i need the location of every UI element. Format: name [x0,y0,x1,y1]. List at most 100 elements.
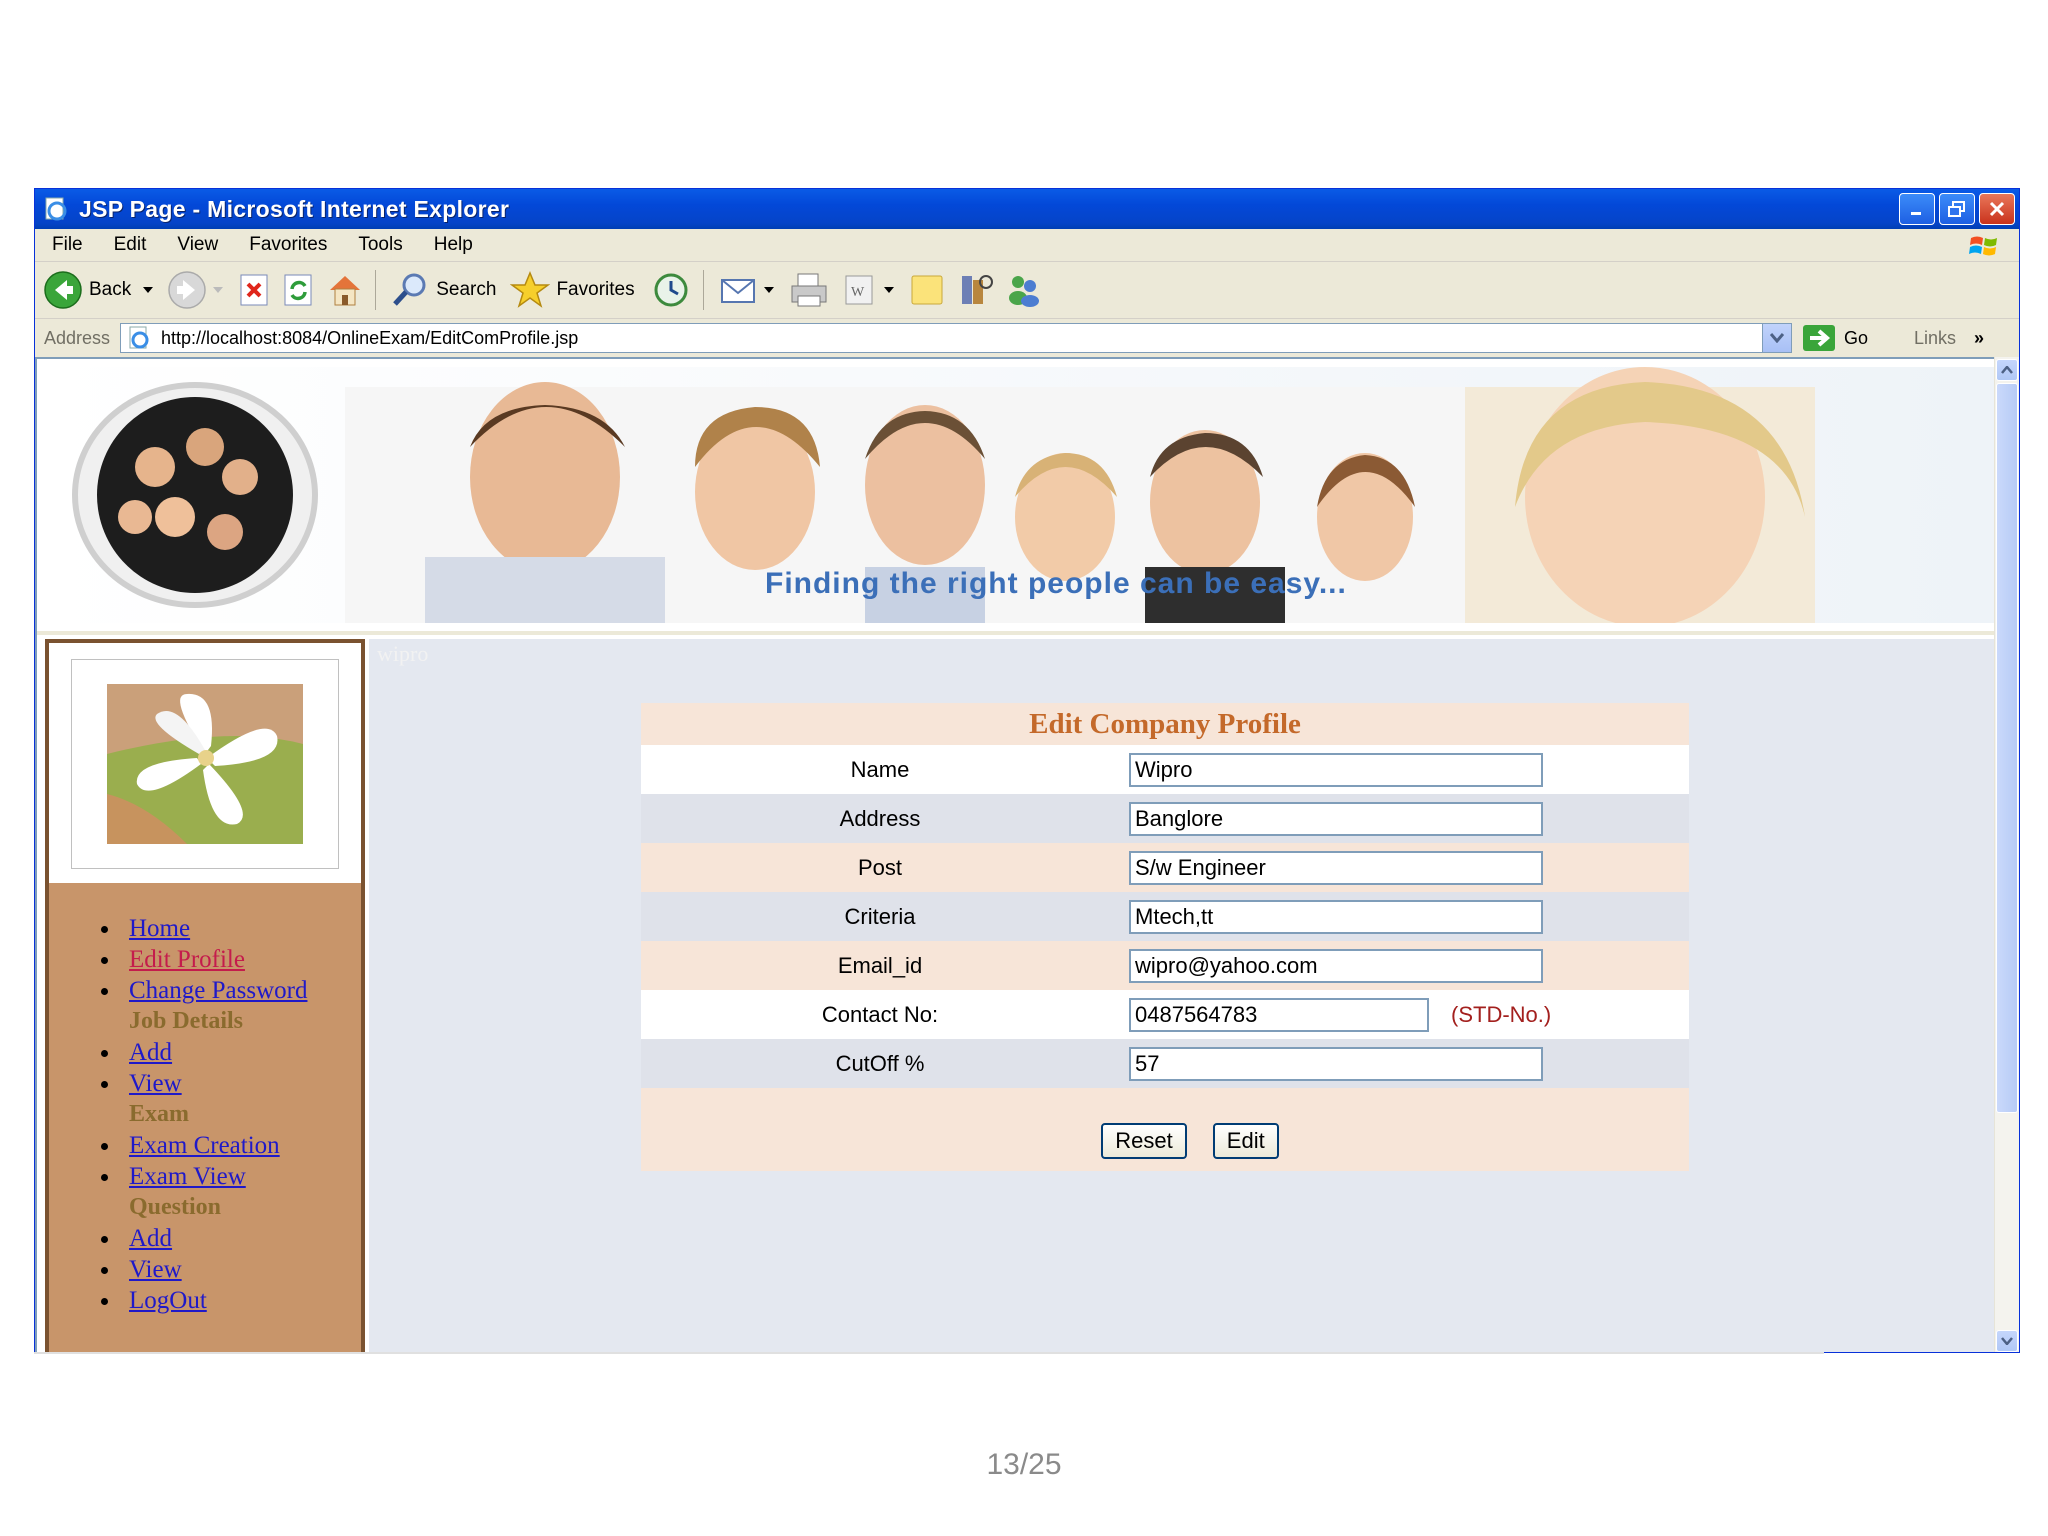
name-field[interactable] [1129,753,1543,787]
address-input[interactable]: http://localhost:8084/OnlineExam/EditCom… [120,323,1792,353]
mail-icon [720,279,755,303]
form-row: Address [641,794,1689,843]
favorites-label: Favorites [556,279,635,300]
menu-view[interactable]: View [177,234,218,256]
home-icon [330,276,361,306]
nav-list-item: Exam Creation [49,1130,359,1161]
bullet-icon [101,1236,108,1243]
nav-link-exam-creation[interactable]: Exam Creation [129,1132,280,1159]
page-icon [129,326,149,349]
favorites-button[interactable]: Favorites [510,268,640,312]
nav-link-home[interactable]: Home [129,915,190,942]
criteria-field[interactable] [1129,900,1543,934]
go-arrow-icon [1803,325,1835,351]
nav-list-item: Edit Profile [49,944,359,975]
field-label: Address [839,806,921,831]
menu-edit[interactable]: Edit [114,234,147,256]
nav-link-change-password[interactable]: Change Password [129,977,307,1004]
close-button[interactable] [1979,193,2015,225]
discuss-note-icon [911,275,943,305]
nav-link-view[interactable]: View [129,1256,182,1283]
ie-page-icon [45,197,67,221]
research-button[interactable] [956,268,996,312]
slide-page-number: 13/25 [986,1448,1062,1481]
edit-page-button[interactable]: W [838,268,900,312]
nav-link-view[interactable]: View [129,1070,182,1097]
form-row: Contact No: (STD-No.) [641,990,1689,1039]
mail-button[interactable] [718,268,780,312]
forward-button[interactable] [167,268,229,312]
messenger-button[interactable] [1004,268,1044,312]
nav-link-add[interactable]: Add [129,1039,172,1066]
nav-link-logout[interactable]: LogOut [129,1287,207,1314]
print-icon [791,273,827,307]
mail-dropdown-icon[interactable] [763,287,774,293]
bullet-icon [101,1143,108,1150]
nav-list-item: Change Password [49,975,359,1006]
form-row: Criteria [641,892,1689,941]
chevron-down-icon [2001,1337,2013,1345]
chevron-down-icon [1770,333,1784,343]
scroll-thumb[interactable] [1996,383,2018,1113]
menu-tools[interactable]: Tools [358,234,402,256]
back-dropdown-icon[interactable] [143,287,154,293]
nav-link-edit-profile[interactable]: Edit Profile [129,946,245,973]
bullet-icon [101,1298,108,1305]
address-field[interactable] [1129,802,1543,836]
field-label: Name [850,757,910,782]
nav-link-exam-view[interactable]: Exam View [129,1163,246,1190]
company-watermark: wipro [377,641,429,666]
menu-favorites[interactable]: Favorites [249,234,327,256]
discuss-button[interactable] [908,268,948,312]
minimize-icon [1911,212,1921,215]
edit-button[interactable]: Edit [1212,1123,1279,1159]
window-title: JSP Page - Microsoft Internet Explorer [79,195,510,222]
close-icon [1989,201,2005,217]
refresh-button[interactable] [281,268,317,312]
scroll-up-button[interactable] [1996,359,2018,381]
nav-list-item: View [49,1068,359,1099]
stop-button[interactable] [237,268,273,312]
header-banner: Finding the right people can be easy... [45,367,1995,623]
home-button[interactable] [325,268,365,312]
search-label: Search [436,279,497,300]
nav-list-item: LogOut [49,1285,359,1316]
restore-button[interactable] [1939,193,1975,225]
search-icon [393,273,426,306]
svg-text:W: W [851,285,865,300]
logo-frame [49,643,361,883]
menu-file[interactable]: File [52,234,83,256]
reset-button[interactable]: Reset [1101,1123,1187,1159]
nav-list-item: Exam View [49,1161,359,1192]
vertical-scrollbar[interactable] [1994,357,2019,1352]
cutoff-field[interactable] [1129,1047,1543,1081]
post-field[interactable] [1129,851,1543,885]
windows-logo-icon [1969,236,1997,256]
search-button[interactable]: Search [390,268,502,312]
email-id-field[interactable] [1129,949,1543,983]
scroll-down-button[interactable] [1996,1330,2018,1352]
print-button[interactable] [788,268,830,312]
field-label: Post [857,855,903,880]
history-button[interactable] [649,268,693,312]
edit-dropdown-icon[interactable] [883,287,894,293]
form-title: Edit Company Profile [1029,708,1301,740]
address-dropdown-button[interactable] [1762,324,1791,352]
links-label[interactable]: Links [1914,328,1956,349]
page-viewport: Finding the right people can be easy... [35,357,1997,1352]
nav-section-header: Question [129,1194,222,1220]
back-arrow-icon [44,271,82,309]
chevron-up-icon [2001,366,2013,374]
menu-help[interactable]: Help [434,234,473,256]
form-row: Name [641,745,1689,794]
stop-icon [240,274,268,306]
main-content: wipro Edit Company Profile Name Address Po… [369,639,1997,1352]
go-button[interactable]: Go [1802,324,1868,352]
nav-link-add[interactable]: Add [129,1225,172,1252]
forward-dropdown-icon[interactable] [213,287,224,293]
contact-no-field[interactable] [1129,998,1429,1032]
chevron-right-icon[interactable]: » [1974,328,1984,349]
back-button[interactable]: Back [43,268,159,312]
minimize-button[interactable] [1899,193,1935,225]
banner-tagline: Finding the right people can be easy... [765,567,1347,600]
